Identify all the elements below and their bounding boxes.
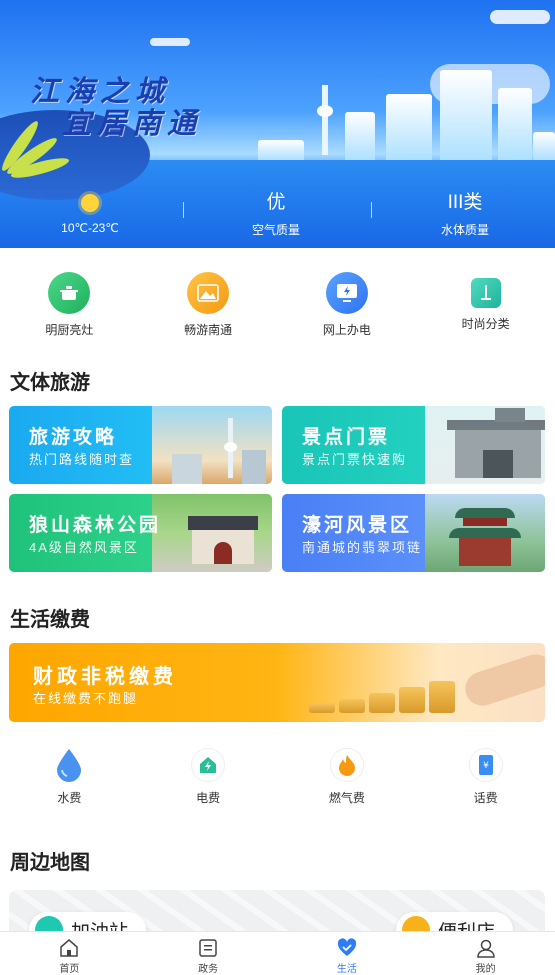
quick-services: 明厨亮灶 畅游南通 网上办电 时尚分类: [0, 272, 555, 338]
quick-item-kitchen[interactable]: 明厨亮灶: [0, 272, 139, 338]
bottom-tab-bar: 首页 政务 生活 我的: [0, 931, 555, 975]
card-haohe-scenic[interactable]: 濠河风景区 南通城的翡翠项链: [282, 494, 545, 572]
water-drop-icon: [52, 748, 87, 782]
quick-label: 畅游南通: [184, 323, 233, 337]
banner-fiscal-payment[interactable]: 财政非税缴费 在线缴费不跑腿: [9, 643, 545, 722]
heart-icon: [337, 938, 357, 958]
quick-label: 时尚分类: [461, 317, 510, 331]
quick-label: 网上办电: [322, 323, 371, 337]
weather-water-quality: III类 水体质量: [405, 190, 525, 238]
pot-icon: [48, 272, 91, 314]
card-title: 濠河风景区: [302, 515, 413, 536]
card-subtitle: 景点门票快速购: [302, 452, 408, 467]
tab-label: 政务: [198, 964, 219, 975]
card-subtitle: 南通城的翡翠项链: [302, 540, 423, 555]
quick-label: 明厨亮灶: [45, 323, 94, 337]
phone-bill-icon: ¥: [468, 748, 503, 782]
temperature-label: 10℃-23℃: [61, 221, 119, 235]
air-quality-value: 优: [266, 192, 286, 213]
tab-label: 生活: [336, 964, 357, 975]
section-title-map: 周边地图: [10, 852, 90, 874]
section-title-tourism: 文体旅游: [10, 372, 90, 394]
payment-label: 水费: [57, 791, 82, 805]
home-icon: [59, 938, 79, 958]
card-title: 景点门票: [302, 427, 391, 448]
flame-icon: [329, 748, 364, 782]
payment-item-electricity[interactable]: 电费: [139, 748, 278, 806]
card-travel-guide[interactable]: 旅游攻略 热门路线随时查: [9, 406, 272, 484]
tab-mine[interactable]: 我的: [416, 932, 555, 975]
payment-label: 燃气费: [328, 791, 365, 805]
quick-item-electricity[interactable]: 网上办电: [278, 272, 417, 338]
tab-home[interactable]: 首页: [0, 932, 139, 975]
quick-item-tourism[interactable]: 畅游南通: [139, 272, 278, 338]
payment-item-gas[interactable]: 燃气费: [278, 748, 417, 806]
sun-icon: [81, 194, 99, 212]
trash-sort-icon: [470, 278, 501, 308]
hero-banner: 江海之城 宜居南通 10℃-23℃ 优 空气质量 III类 水体质量: [0, 0, 555, 248]
payment-items: 水费 电费 燃气费 ¥ 话费: [0, 748, 555, 806]
slogan-line-2: 宜居南通: [62, 106, 203, 140]
electric-house-icon: [191, 748, 226, 782]
air-quality-label: 空气质量: [251, 223, 300, 237]
mountain-icon: [187, 272, 230, 314]
payment-label: 电费: [196, 791, 221, 805]
tab-label: 首页: [59, 964, 80, 975]
weather-temperature: 10℃-23℃: [30, 190, 150, 235]
payment-item-phone[interactable]: ¥ 话费: [416, 748, 555, 806]
tab-government[interactable]: 政务: [139, 932, 278, 975]
banner-subtitle: 在线缴费不跑腿: [33, 691, 139, 706]
card-title: 旅游攻略: [29, 427, 118, 448]
section-title-payment: 生活缴费: [10, 609, 90, 631]
payment-label: 话费: [473, 791, 498, 805]
tab-life[interactable]: 生活: [278, 932, 417, 975]
water-quality-label: 水体质量: [440, 223, 489, 237]
monitor-bolt-icon: [325, 272, 368, 314]
document-icon: [198, 938, 218, 958]
user-icon: [476, 938, 496, 958]
payment-item-water[interactable]: 水费: [0, 748, 139, 806]
quick-item-sorting[interactable]: 时尚分类: [416, 272, 555, 338]
svg-text:¥: ¥: [483, 761, 489, 771]
banner-title: 财政非税缴费: [33, 666, 177, 688]
card-subtitle: 热门路线随时查: [29, 452, 135, 467]
card-subtitle: 4A级自然风景区: [29, 540, 139, 555]
tab-label: 我的: [475, 964, 496, 975]
card-langshan-park[interactable]: 狼山森林公园 4A级自然风景区: [9, 494, 272, 572]
water-quality-value: III类: [447, 192, 483, 213]
weather-air-quality: 优 空气质量: [216, 190, 336, 238]
card-title: 狼山森林公园: [29, 515, 162, 536]
card-tickets[interactable]: 景点门票 景点门票快速购: [282, 406, 545, 484]
